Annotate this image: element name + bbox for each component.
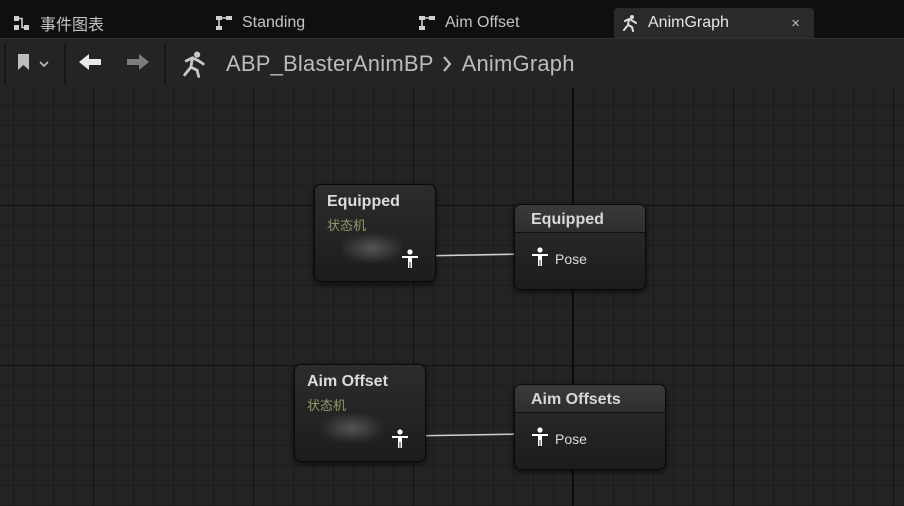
close-tab-icon[interactable]: ×	[791, 15, 800, 32]
node-preview-blur	[321, 413, 383, 443]
anim-graph-type-icon	[178, 49, 210, 79]
node-preview-blur	[341, 233, 403, 263]
state-machine-node-equipped[interactable]: Equipped 状态机	[314, 184, 436, 282]
event-graph-icon	[12, 13, 32, 33]
divider	[4, 44, 6, 84]
tab-event-graph[interactable]: 事件图表	[12, 8, 192, 38]
pose-pin-icon	[531, 247, 549, 270]
tab-bar: 事件图表 Standing Aim Offset AnimGraph ×	[0, 0, 904, 42]
bookmark-dropdown-button[interactable]	[12, 51, 54, 77]
node-subtitle: 状态机	[327, 218, 367, 233]
pin-label: Pose	[555, 430, 587, 447]
pose-input-pin[interactable]: Pose	[531, 247, 587, 270]
wires	[407, 253, 525, 437]
node-title: Aim Offset	[307, 373, 388, 390]
divider	[164, 44, 166, 84]
arrow-right-icon	[125, 52, 151, 77]
running-figure-icon	[620, 13, 640, 33]
result-node-equipped[interactable]: Equipped Pose	[514, 204, 646, 290]
tab-aim-offset[interactable]: Aim Offset	[417, 8, 597, 38]
pin-label: Pose	[555, 250, 587, 267]
tab-label: Aim Offset	[445, 14, 520, 31]
graph-canvas[interactable]: Equipped 状态机 Equipped Pose Aim Offset 状态…	[0, 88, 904, 506]
state-machine-icon	[214, 13, 234, 33]
bookmark-icon	[17, 53, 31, 76]
node-subtitle: 状态机	[307, 398, 347, 413]
result-node-aim-offsets[interactable]: Aim Offsets Pose	[514, 384, 666, 470]
breadcrumb-item-blueprint[interactable]: ABP_BlasterAnimBP	[226, 51, 434, 77]
state-machine-icon	[417, 13, 437, 33]
node-title: Aim Offsets	[531, 391, 621, 408]
breadcrumb: ABP_BlasterAnimBP AnimGraph	[226, 39, 575, 89]
tab-label: 事件图表	[40, 17, 105, 34]
node-title: Equipped	[531, 211, 604, 228]
pose-output-pin-icon[interactable]	[391, 429, 409, 449]
state-machine-node-aim-offset[interactable]: Aim Offset 状态机	[294, 364, 426, 462]
pose-input-pin[interactable]: Pose	[531, 427, 587, 450]
tab-standing[interactable]: Standing	[214, 8, 394, 38]
pose-output-pin-icon[interactable]	[401, 249, 419, 269]
chevron-down-icon	[39, 55, 49, 73]
breadcrumb-chevron-icon	[442, 55, 452, 73]
tab-anim-graph[interactable]: AnimGraph ×	[614, 8, 814, 38]
graph-toolbar: ABP_BlasterAnimBP AnimGraph	[0, 38, 904, 88]
arrow-left-icon	[77, 52, 103, 77]
divider	[64, 44, 66, 84]
back-button[interactable]	[74, 51, 106, 77]
forward-button[interactable]	[122, 51, 154, 77]
breadcrumb-item-graph[interactable]: AnimGraph	[462, 51, 575, 77]
pose-pin-icon	[531, 427, 549, 450]
tab-label: AnimGraph	[648, 14, 729, 31]
tab-label: Standing	[242, 14, 306, 31]
node-title: Equipped	[327, 193, 400, 210]
